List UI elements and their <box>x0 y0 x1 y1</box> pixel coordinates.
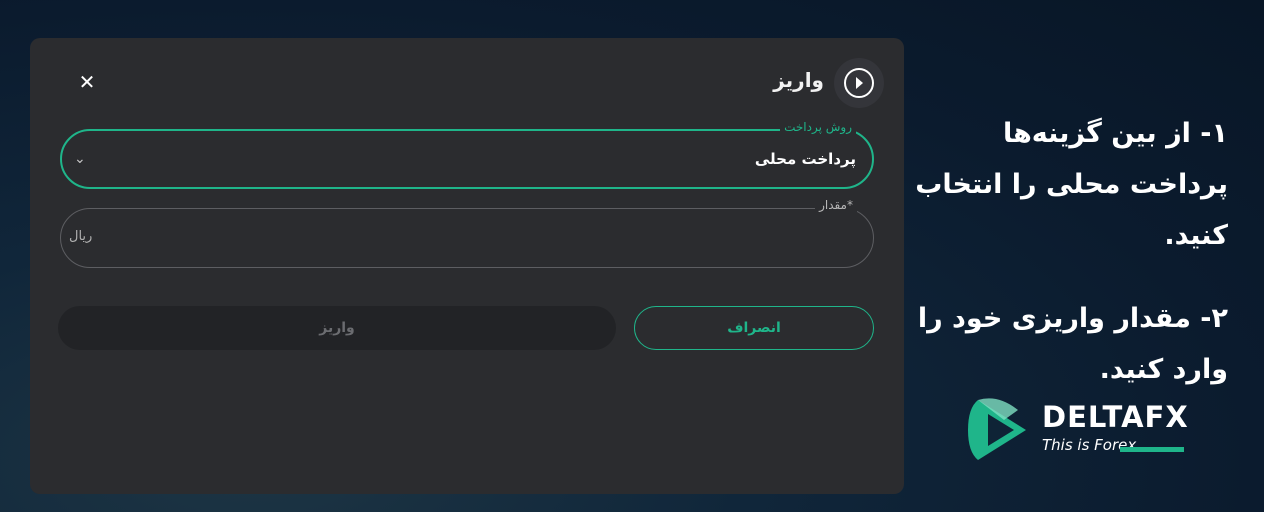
payment-method-label: روش پرداخت <box>780 120 856 134</box>
payment-method-value: پرداخت محلی <box>754 150 856 168</box>
instruction-step-1: ۱- از بین گزینه‌ها پرداخت محلی را انتخاب… <box>915 118 1228 251</box>
play-circle-icon <box>834 58 884 108</box>
brand-underline <box>1120 447 1184 452</box>
instructions: ۱- از بین گزینه‌ها پرداخت محلی را انتخاب… <box>908 108 1228 395</box>
cancel-button[interactable]: انصراف <box>634 306 874 350</box>
close-button[interactable]: ✕ <box>76 71 98 93</box>
brand-name: DELTAFX <box>1042 400 1189 434</box>
amount-input[interactable] <box>91 227 713 249</box>
deposit-button[interactable]: واریز <box>58 306 616 350</box>
currency-label: ریال <box>69 229 93 244</box>
deltafx-logo-icon <box>968 398 1026 460</box>
instruction-step-2: ۲- مقدار واریزی خود را وارد کنید. <box>917 303 1228 385</box>
modal-title: واریز <box>773 68 824 92</box>
amount-label: *مقدار <box>815 198 857 212</box>
deposit-modal: ✕ واریز روش پرداخت پرداخت محلی ⌄ *مقدار … <box>30 38 904 494</box>
brand-logo: DELTAFX This is Forex <box>964 392 1204 468</box>
chevron-down-icon: ⌄ <box>74 151 86 167</box>
payment-method-select[interactable]: روش پرداخت پرداخت محلی ⌄ <box>60 120 874 189</box>
amount-field[interactable]: *مقدار ریال <box>60 198 874 268</box>
